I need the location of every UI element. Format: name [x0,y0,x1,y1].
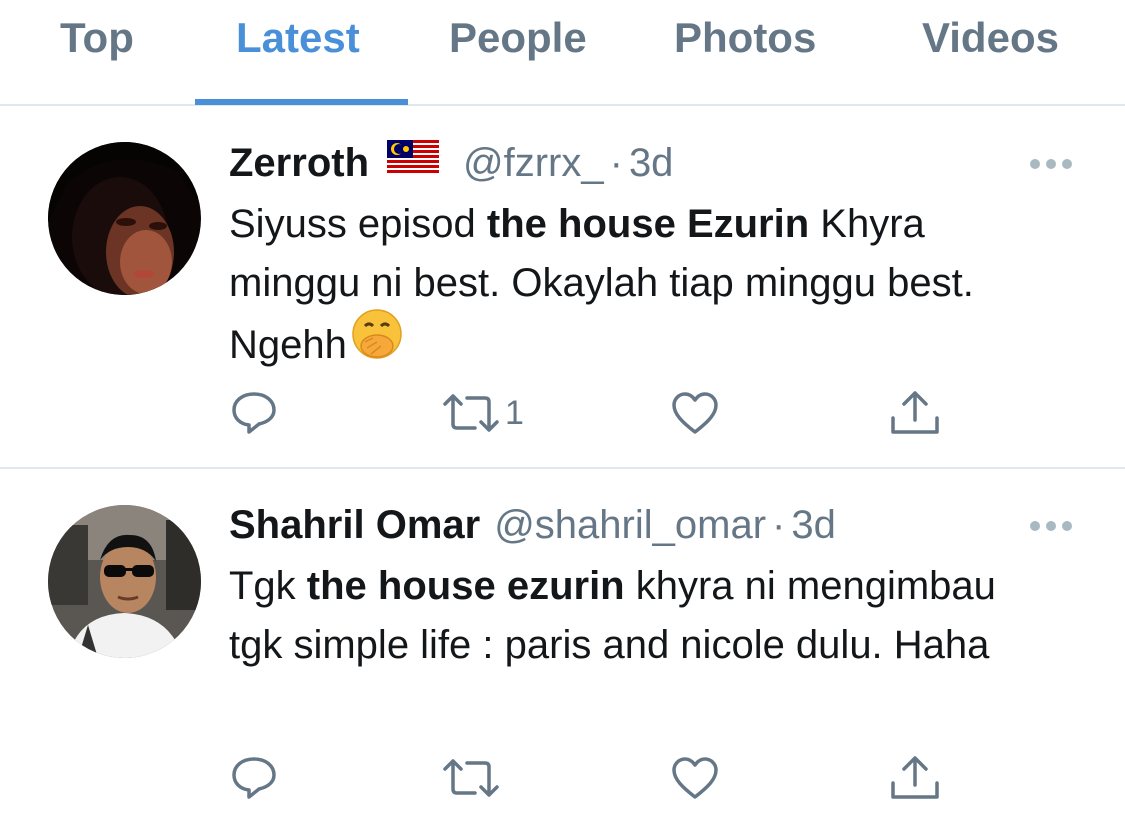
more-options-icon[interactable] [1029,157,1073,171]
search-term-highlight: the house Ezurin [486,202,810,246]
share-icon[interactable] [888,390,939,436]
active-tab-indicator [195,99,408,105]
tab-videos[interactable]: Videos [922,14,1059,62]
avatar[interactable] [48,142,201,295]
timestamp[interactable]: 3d [791,503,836,547]
retweet-icon[interactable] [441,755,499,801]
user-handle[interactable]: @fzrrx_ [463,141,604,185]
reply-icon[interactable] [229,755,279,801]
tab-people[interactable]: People [449,14,587,62]
tweet-text-part: Tgk [229,564,307,608]
face-with-hand-over-mouth-icon [351,308,403,377]
more-options-icon[interactable] [1029,519,1073,533]
timestamp[interactable]: 3d [629,141,674,185]
avatar[interactable] [48,505,201,658]
separator-dot: · [772,503,786,547]
separator-dot: · [609,141,623,185]
reply-icon[interactable] [229,390,279,436]
search-term-highlight: the house ezurin [306,564,625,608]
tweet-text: Tgk the house ezurin khyra ni mengimbau … [229,557,1049,675]
retweet-icon[interactable] [441,390,499,436]
tweet[interactable]: Zerroth @fzrrx_ · 3d Siyuss episod the hou… [0,107,1125,469]
tweet-text-part: Siyuss episod [229,202,487,246]
like-heart-icon[interactable] [670,755,720,801]
display-name[interactable]: Shahril Omar [229,503,480,547]
share-icon[interactable] [888,755,939,801]
malaysia-flag-icon [387,137,439,185]
tab-top[interactable]: Top [60,14,134,62]
user-handle[interactable]: @shahril_omar [494,503,766,547]
tab-photos[interactable]: Photos [674,14,816,62]
avatar-image [48,142,201,295]
tweet-header: Zerroth @fzrrx_ · 3d [229,139,673,189]
tweet-text: Siyuss episod the house Ezurin Khyra min… [229,195,1049,382]
retweet-count: 1 [505,394,524,432]
tab-latest[interactable]: Latest [236,14,360,62]
like-heart-icon[interactable] [670,390,720,436]
tweet[interactable]: Shahril Omar @shahril_omar · 3d Tgk the hou… [0,469,1125,823]
display-name[interactable]: Zerroth [229,141,369,185]
search-tabs: Top Latest People Photos Videos [0,0,1125,106]
avatar-image [48,505,201,658]
tweet-header: Shahril Omar @shahril_omar · 3d [229,501,836,549]
